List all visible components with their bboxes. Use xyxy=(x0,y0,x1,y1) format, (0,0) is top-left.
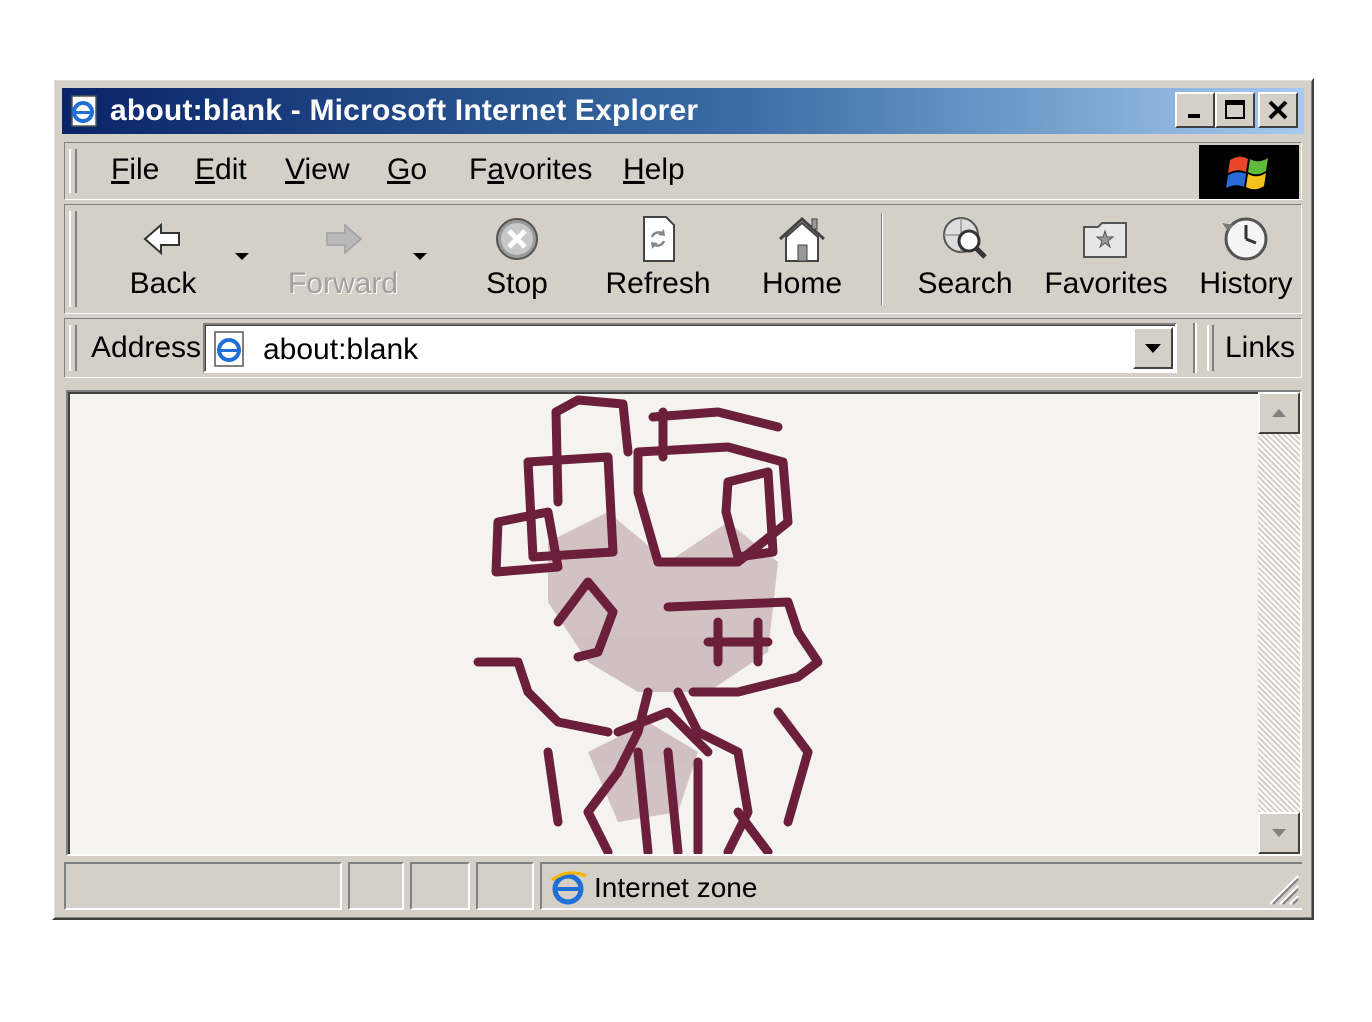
browser-window: about:blank - Microsoft Internet Explore… xyxy=(52,78,1314,920)
search-label: Search xyxy=(917,267,1013,300)
standard-toolbar: Back Forward Stop Refresh Home Search Fa… xyxy=(64,204,1302,314)
resize-grip-icon[interactable] xyxy=(1260,866,1300,906)
search-button[interactable]: Search xyxy=(905,211,1025,301)
vertical-scrollbar[interactable] xyxy=(1258,392,1300,854)
stop-button[interactable]: Stop xyxy=(467,211,567,301)
menubar-grip[interactable] xyxy=(69,149,77,193)
home-icon xyxy=(778,216,826,262)
address-bar: Address about:blank Links xyxy=(64,318,1302,378)
toolbar-separator xyxy=(881,213,883,305)
ie-page-icon xyxy=(214,331,244,367)
forward-dropdown-icon[interactable] xyxy=(413,253,427,260)
menu-edit[interactable]: Edit xyxy=(195,153,247,187)
status-pane xyxy=(476,862,534,910)
home-button[interactable]: Home xyxy=(747,211,857,301)
maximize-icon xyxy=(1225,100,1245,119)
chevron-down-icon xyxy=(1145,344,1161,353)
scroll-up-button[interactable] xyxy=(1258,392,1300,434)
status-zone-pane: Internet zone xyxy=(540,862,1302,910)
close-button[interactable] xyxy=(1258,92,1298,128)
refresh-icon xyxy=(643,216,675,262)
history-button[interactable]: History xyxy=(1193,211,1299,301)
minimize-button[interactable] xyxy=(1175,92,1215,128)
links-separator xyxy=(1193,323,1197,373)
ie-page-icon xyxy=(71,95,97,127)
address-dropdown-button[interactable] xyxy=(1133,327,1173,369)
forward-button[interactable]: Forward xyxy=(283,211,403,301)
favorites-button[interactable]: Favorites xyxy=(1041,211,1171,301)
favorites-folder-icon xyxy=(1083,222,1127,258)
favorites-label: Favorites xyxy=(1044,267,1168,300)
links-button[interactable]: Links xyxy=(1225,331,1295,365)
history-label: History xyxy=(1199,267,1293,300)
menu-view[interactable]: View xyxy=(285,153,349,187)
back-arrow-icon xyxy=(143,222,180,256)
maximize-button[interactable] xyxy=(1215,92,1255,128)
toolbar-grip[interactable] xyxy=(69,211,77,307)
forward-arrow-icon xyxy=(326,223,363,255)
title-bar[interactable]: about:blank - Microsoft Internet Explore… xyxy=(62,88,1304,134)
status-pane xyxy=(410,862,470,910)
minimize-icon xyxy=(1188,114,1200,118)
menu-file[interactable]: File xyxy=(111,153,159,187)
windows-throbber xyxy=(1199,145,1299,199)
back-label: Back xyxy=(129,267,197,300)
internet-zone-icon xyxy=(551,871,587,905)
window-title: about:blank - Microsoft Internet Explore… xyxy=(110,94,699,127)
sketch-illustration xyxy=(473,395,823,854)
address-label: Address xyxy=(91,331,202,364)
links-grip[interactable] xyxy=(1207,325,1214,371)
menu-favorites[interactable]: Favorites xyxy=(469,153,592,187)
page-content[interactable] xyxy=(66,390,1302,856)
scroll-down-icon xyxy=(1272,829,1286,837)
home-label: Home xyxy=(761,267,843,300)
search-globe-icon xyxy=(943,217,987,259)
forward-label: Forward xyxy=(287,267,399,300)
menu-help[interactable]: Help xyxy=(623,153,685,187)
address-input[interactable]: about:blank xyxy=(203,323,1177,373)
address-value: about:blank xyxy=(263,333,419,366)
menu-bar: File Edit View Go Favorites Help xyxy=(64,142,1302,200)
close-icon xyxy=(1268,100,1288,120)
status-text-pane xyxy=(64,862,342,910)
refresh-button[interactable]: Refresh xyxy=(593,211,723,301)
scroll-down-button[interactable] xyxy=(1258,812,1300,854)
back-button[interactable]: Back xyxy=(113,211,213,301)
security-zone-label: Internet zone xyxy=(594,872,758,903)
status-bar: Internet zone xyxy=(64,862,1302,912)
back-dropdown-icon[interactable] xyxy=(235,253,249,260)
menu-go[interactable]: Go xyxy=(387,153,427,187)
stop-icon xyxy=(496,218,538,260)
stop-label: Stop xyxy=(486,267,548,300)
refresh-label: Refresh xyxy=(605,267,711,300)
windows-flag-icon xyxy=(1226,156,1268,190)
addressbar-grip[interactable] xyxy=(69,325,77,371)
status-progress-pane xyxy=(348,862,404,910)
history-clock-icon xyxy=(1222,217,1268,261)
scroll-up-icon xyxy=(1272,409,1286,417)
